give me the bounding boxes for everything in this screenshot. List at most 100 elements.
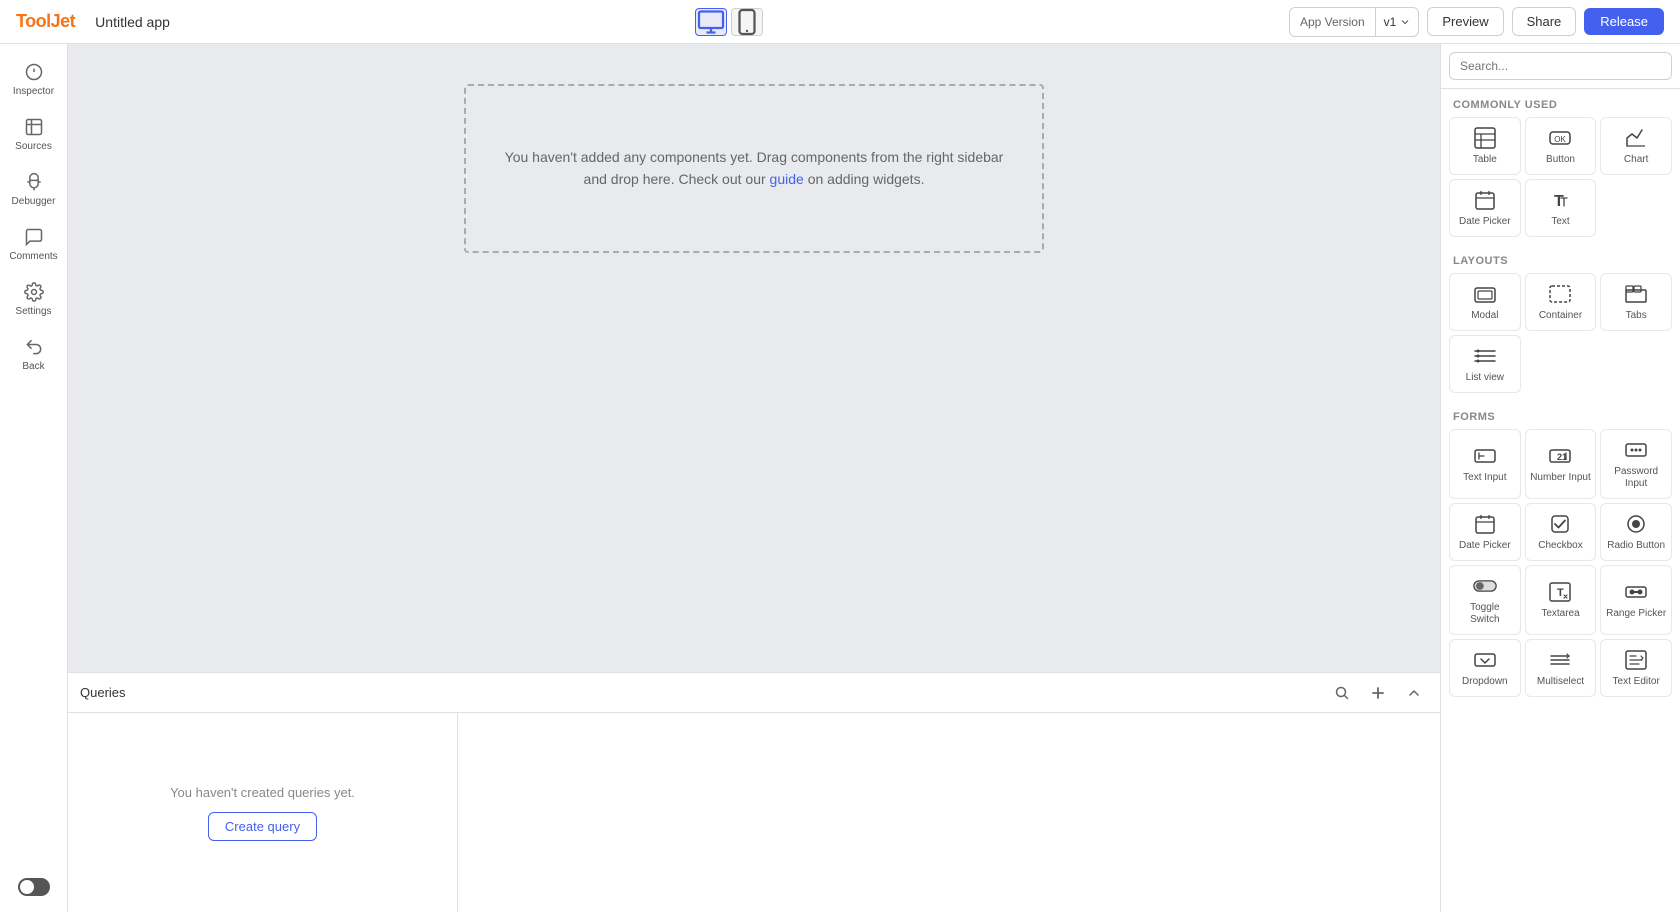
sidebar-item-back[interactable]: Back	[0, 327, 67, 382]
component-modal[interactable]: Modal	[1449, 273, 1521, 331]
range-picker-icon	[1624, 580, 1648, 604]
text-label: Text	[1551, 216, 1569, 228]
guide-suffix: on adding widgets.	[808, 171, 925, 187]
add-query-button[interactable]	[1364, 679, 1392, 707]
component-date-picker[interactable]: Date Picker	[1449, 179, 1521, 237]
guide-link[interactable]: guide	[770, 171, 804, 187]
create-query-button[interactable]: Create query	[208, 812, 317, 841]
topbar: ToolJet Untitled app App Version v1 Prev…	[0, 0, 1680, 44]
component-container[interactable]: Container	[1525, 273, 1597, 331]
text-input-icon	[1473, 444, 1497, 468]
desktop-view-button[interactable]	[695, 8, 727, 36]
multiselect-label: Multiselect	[1537, 676, 1584, 688]
component-radio-button[interactable]: Radio Button	[1600, 503, 1672, 561]
logo-jet: Jet	[51, 11, 76, 31]
forms-title: Forms	[1441, 401, 1680, 429]
sidebar-item-comments[interactable]: Comments	[0, 217, 67, 272]
search-container	[1441, 44, 1680, 89]
component-toggle-switch[interactable]: Toggle Switch	[1449, 565, 1521, 635]
component-table[interactable]: Table	[1449, 117, 1521, 175]
multiselect-icon	[1548, 648, 1572, 672]
password-input-label: Password Input	[1605, 466, 1667, 490]
button-label: Button	[1546, 154, 1575, 166]
canvas: You haven't added any components yet. Dr…	[464, 84, 1044, 253]
component-text-editor[interactable]: Text Editor	[1600, 639, 1672, 697]
modal-label: Modal	[1471, 310, 1498, 322]
number-input-label: Number Input	[1530, 472, 1591, 484]
forms-grid: Text Input 21 Number Input Password Inpu…	[1441, 429, 1680, 705]
component-dropdown[interactable]: Dropdown	[1449, 639, 1521, 697]
component-range-picker[interactable]: Range Picker	[1600, 565, 1672, 635]
component-chart[interactable]: Chart	[1600, 117, 1672, 175]
layouts-title: Layouts	[1441, 245, 1680, 273]
toggle-switch-icon	[1473, 574, 1497, 598]
search-queries-button[interactable]	[1328, 679, 1356, 707]
drop-zone[interactable]: You haven't added any components yet. Dr…	[464, 84, 1044, 253]
component-tabs[interactable]: Tabs	[1600, 273, 1672, 331]
table-label: Table	[1473, 154, 1497, 166]
sidebar-item-inspector[interactable]: Inspector	[0, 52, 67, 107]
date-picker-label: Date Picker	[1459, 216, 1511, 228]
list-view-label: List view	[1466, 372, 1504, 384]
mobile-view-button[interactable]	[731, 8, 763, 36]
radio-button-icon	[1624, 512, 1648, 536]
layouts-grid: Modal Container Tabs List view	[1441, 273, 1680, 401]
commonly-used-title: Commonly Used	[1441, 89, 1680, 117]
logo-tool: Tool	[16, 11, 51, 31]
sidebar-item-debugger[interactable]: Debugger	[0, 162, 67, 217]
canvas-area: You haven't added any components yet. Dr…	[68, 44, 1440, 672]
canvas-container: You haven't added any components yet. Dr…	[68, 44, 1440, 672]
component-text[interactable]: T Text	[1525, 179, 1597, 237]
component-search-input[interactable]	[1449, 52, 1672, 80]
component-number-input[interactable]: 21 Number Input	[1525, 429, 1597, 499]
component-list-view[interactable]: List view	[1449, 335, 1521, 393]
queries-content: You haven't created queries yet. Create …	[68, 713, 1440, 912]
right-sidebar: Commonly Used Table OK Button Chart	[1440, 44, 1680, 912]
textarea-label: Textarea	[1541, 608, 1579, 620]
checkbox-label: Checkbox	[1538, 540, 1582, 552]
queries-empty-text: You haven't created queries yet.	[170, 785, 355, 800]
empty-message2: and drop here. Check out our	[584, 171, 766, 187]
component-multiselect[interactable]: Multiselect	[1525, 639, 1597, 697]
modal-icon	[1473, 282, 1497, 306]
queries-header: Queries	[68, 673, 1440, 713]
range-picker-label: Range Picker	[1606, 608, 1666, 620]
textarea-icon: T	[1548, 580, 1572, 604]
topbar-right: App Version v1 Preview Share Release	[1289, 7, 1664, 37]
dropdown-icon	[1473, 648, 1497, 672]
component-textarea[interactable]: T Textarea	[1525, 565, 1597, 635]
release-button[interactable]: Release	[1584, 8, 1664, 35]
container-label: Container	[1539, 310, 1582, 322]
preview-button[interactable]: Preview	[1427, 7, 1503, 36]
app-title: Untitled app	[95, 14, 170, 30]
list-view-icon	[1473, 344, 1497, 368]
tabs-label: Tabs	[1626, 310, 1647, 322]
version-value: v1	[1376, 8, 1419, 36]
dropdown-label: Dropdown	[1462, 676, 1508, 688]
container-icon	[1548, 282, 1572, 306]
checkbox-icon	[1548, 512, 1572, 536]
button-icon: OK	[1548, 126, 1572, 150]
chart-label: Chart	[1624, 154, 1648, 166]
svg-text:OK: OK	[1555, 135, 1567, 144]
component-date-picker-form[interactable]: Date Picker	[1449, 503, 1521, 561]
sidebar-item-sources[interactable]: Sources	[0, 107, 67, 162]
query-editor	[458, 713, 1440, 912]
svg-text:T: T	[1557, 587, 1564, 599]
svg-text:T: T	[1554, 193, 1564, 210]
dark-mode-toggle[interactable]	[18, 878, 50, 896]
collapse-panel-button[interactable]	[1400, 679, 1428, 707]
sidebar-item-settings[interactable]: Settings	[0, 272, 67, 327]
empty-message: You haven't added any components yet. Dr…	[505, 149, 1004, 165]
share-button[interactable]: Share	[1512, 7, 1577, 36]
component-password-input[interactable]: Password Input	[1600, 429, 1672, 499]
queries-title: Queries	[80, 685, 1320, 700]
chart-icon	[1624, 126, 1648, 150]
component-text-input[interactable]: Text Input	[1449, 429, 1521, 499]
password-input-icon	[1624, 438, 1648, 462]
date-picker-icon	[1473, 188, 1497, 212]
version-selector[interactable]: App Version v1	[1289, 7, 1419, 37]
component-checkbox[interactable]: Checkbox	[1525, 503, 1597, 561]
component-button[interactable]: OK Button	[1525, 117, 1597, 175]
number-input-icon: 21	[1548, 444, 1572, 468]
